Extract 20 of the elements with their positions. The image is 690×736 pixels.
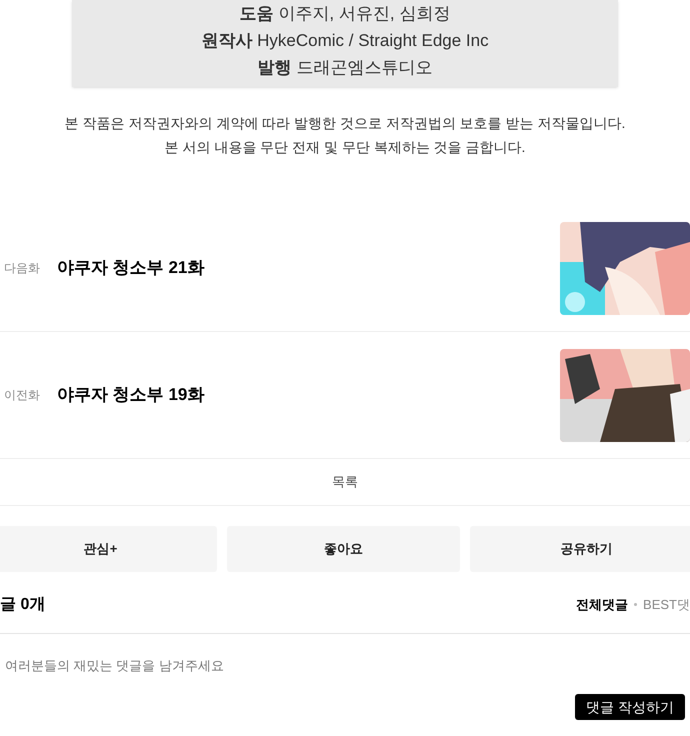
comment-count: 글 0개 <box>0 594 46 614</box>
credit-line: 도움 이주지, 서유진, 심희정 <box>240 3 450 25</box>
action-button[interactable]: 관심+ <box>0 526 217 572</box>
episode-title: 야쿠자 청소부 19화 <box>57 384 206 406</box>
submit-comment-button[interactable]: 댓글 작성하기 <box>575 694 685 720</box>
comment-sort-tab[interactable]: 전체댓글 <box>576 594 628 614</box>
copyright-notice: 본 서의 내용을 무단 전재 및 무단 복제하는 것을 금합니다. <box>164 138 526 157</box>
episode-label: 다음화 <box>4 260 41 277</box>
list-button[interactable]: 목록 <box>332 472 358 492</box>
action-button[interactable]: 공유하기 <box>470 526 690 572</box>
episode-label: 이전화 <box>4 387 41 404</box>
comment-input[interactable]: 여러분들의 재밌는 댓글을 남겨주세요 <box>0 656 690 692</box>
episode-link[interactable]: 이전화 야쿠자 청소부 19화 <box>0 332 690 459</box>
episode-link[interactable]: 다음화 야쿠자 청소부 21화 <box>0 205 690 332</box>
credit-line: 원작사 HykeComic / Straight Edge Inc <box>201 30 489 52</box>
copyright-notice: 본 작품은 저작권자와의 계약에 따라 발행한 것으로 저작권법의 보호를 받는 저작물입니다. <box>64 114 626 133</box>
action-button[interactable]: 좋아요 <box>227 526 460 572</box>
credit-line: 발행 드래곤엠스튜디오 <box>258 57 432 79</box>
comment-sort-tab[interactable]: BEST댓 <box>643 594 690 614</box>
episode-title: 야쿠자 청소부 21화 <box>57 257 206 280</box>
